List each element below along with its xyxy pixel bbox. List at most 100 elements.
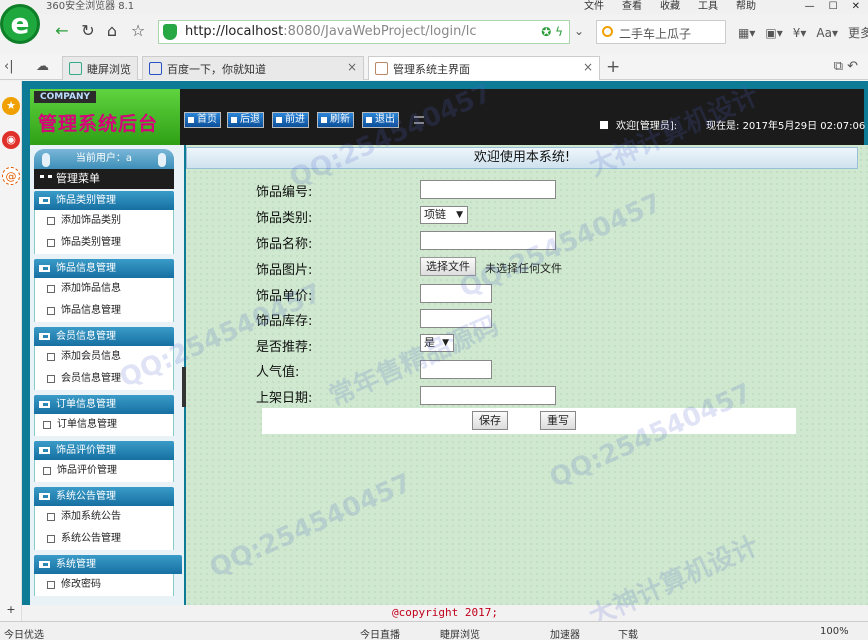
page-icon [375, 62, 388, 75]
group-order[interactable]: 订单信息管理 [34, 395, 174, 414]
product-id-input[interactable] [420, 180, 556, 199]
forward-button[interactable]: 前进 [272, 112, 309, 128]
tab-admin[interactable]: 管理系统主界面 × [368, 56, 600, 80]
footer-copyright: @copyright 2017; [22, 605, 868, 621]
browser-logo-icon[interactable]: e [0, 4, 40, 44]
menu-view[interactable]: 查看 [622, 1, 642, 12]
label-product-name: 饰品名称: [256, 237, 313, 252]
status-screen[interactable]: 睫屏浏览 [440, 626, 480, 640]
sidebar-item-manage-review[interactable]: 饰品评价管理 [34, 460, 174, 482]
status-daily-pick[interactable]: 今日优选 [4, 626, 44, 640]
sidebar-item-change-password[interactable]: 修改密码 [34, 574, 174, 596]
choose-file-button[interactable]: 选择文件 [420, 257, 476, 276]
star-icon[interactable]: ★ [2, 97, 20, 115]
sidebar-item-manage-order[interactable]: 订单信息管理 [34, 414, 174, 436]
menu-file[interactable]: 文件 [584, 1, 604, 12]
label-price: 饰品单价: [256, 289, 313, 304]
square-icon [600, 121, 608, 129]
sidebar-item-manage-category[interactable]: 饰品类别管理 [34, 232, 174, 254]
tab-close-icon[interactable]: × [583, 60, 593, 74]
tab-close-icon[interactable]: × [347, 60, 357, 74]
currency-icon[interactable]: ¥▾ [793, 26, 807, 40]
sidebar-toggle-icon[interactable]: ‹| [4, 59, 14, 74]
sidebar-item-manage-notice[interactable]: 系统公告管理 [34, 528, 174, 550]
maximize-icon[interactable]: ☐ [829, 1, 838, 12]
logo-area: COMPANY 管理系统后台 [30, 89, 180, 145]
sidebar-item-add-member[interactable]: 添加会员信息 [34, 346, 174, 368]
reset-button[interactable]: 重写 [540, 411, 576, 430]
address-dropdown-icon[interactable]: ⌄ [574, 24, 584, 38]
folder-icon [39, 265, 50, 272]
tab-tools-icon[interactable]: ⧉ ↶ [834, 59, 858, 74]
clock-value: 2017年5月29日 02:07:06 [742, 121, 866, 132]
sidebar-item-manage-product[interactable]: 饰品信息管理 [34, 300, 174, 322]
weibo-icon[interactable]: ◉ [2, 131, 20, 149]
recommend-select[interactable]: 是 ▼ [420, 334, 454, 352]
label-category: 饰品类别: [256, 211, 313, 226]
form-actions: 保存 重写 [262, 408, 796, 434]
more-menu[interactable]: 更多 [848, 26, 868, 40]
apps-icon[interactable]: ▦▾ [738, 26, 755, 40]
search-suggestion[interactable]: 二手车上瓜子 [619, 27, 691, 41]
status-accelerator[interactable]: 加速器 [550, 626, 580, 640]
doc-icon [47, 581, 55, 589]
list-date-input[interactable] [420, 386, 556, 405]
doc-icon [47, 285, 55, 293]
sidebar-item-add-notice[interactable]: 添加系统公告 [34, 506, 174, 528]
menu-tools[interactable]: 工具 [698, 1, 718, 12]
sidebar: 当前用户：a 管理菜单 饰品类别管理 添加饰品类别 饰品类别管理 饰品信息管理 … [30, 145, 184, 621]
sidebar-item-add-product[interactable]: 添加饰品信息 [34, 278, 174, 300]
popularity-input[interactable] [420, 360, 492, 379]
home-button[interactable]: 首页 [184, 112, 221, 128]
menu-header: 管理菜单 [34, 169, 174, 189]
group-product[interactable]: 饰品信息管理 [34, 259, 174, 278]
home-icon[interactable]: ⌂ [102, 21, 122, 41]
label-product-id: 饰品编号: [256, 185, 313, 200]
price-input[interactable] [420, 284, 492, 303]
back-icon[interactable]: ← [52, 21, 72, 41]
translate-icon[interactable]: Aa▾ [816, 26, 838, 40]
group-member[interactable]: 会员信息管理 [34, 327, 174, 346]
speed-mode-icon[interactable]: ✪ ϟ [541, 25, 563, 39]
menu-favorites[interactable]: 收藏 [660, 1, 680, 12]
url-text[interactable]: http://localhost:8080/JavaWebProject/log… [185, 24, 477, 39]
group-notice[interactable]: 系统公告管理 [34, 487, 174, 506]
doc-icon [47, 307, 55, 315]
new-tab-icon[interactable]: + [606, 57, 620, 77]
menu-help[interactable]: 帮助 [736, 1, 756, 12]
sidebar-item-add-category[interactable]: 添加饰品类别 [34, 210, 174, 232]
stock-input[interactable] [420, 309, 492, 328]
doc-icon [47, 217, 55, 225]
address-bar[interactable]: http://localhost:8080/JavaWebProject/log… [158, 20, 570, 44]
baidu-icon [149, 62, 162, 75]
category-select[interactable]: 项链 ▼ [420, 206, 468, 224]
cloud-icon[interactable]: ☁ [36, 59, 49, 74]
group-review[interactable]: 饰品评价管理 [34, 441, 174, 460]
window-titlebar: 360安全浏览器 8.1 文件 查看 收藏 工具 帮助 — ☐ ✕ [0, 0, 868, 14]
refresh-icon[interactable]: ↻ [78, 21, 98, 41]
sidebar-item-manage-member[interactable]: 会员信息管理 [34, 368, 174, 390]
zoom-level[interactable]: 100% [820, 626, 849, 637]
refresh-button[interactable]: 刷新 [317, 112, 354, 128]
company-badge: COMPANY [34, 91, 96, 103]
search-box[interactable]: 二手车上瓜子 [596, 20, 726, 44]
tab-baidu[interactable]: 百度一下，你就知道 × [142, 56, 364, 80]
status-download[interactable]: 下载 [618, 626, 638, 640]
mail-icon[interactable]: @ [2, 167, 20, 185]
doc-icon [47, 535, 55, 543]
extension-icon[interactable]: ▣▾ [765, 26, 782, 40]
back-button[interactable]: 后退 [227, 112, 264, 128]
close-window-icon[interactable]: ✕ [852, 1, 860, 12]
group-system[interactable]: 系统管理 [34, 555, 182, 574]
add-icon[interactable]: + [2, 601, 20, 619]
label-popularity: 人气值: [256, 365, 300, 380]
tab-screen[interactable]: 睫屏浏览 [62, 56, 138, 80]
group-category[interactable]: 饰品类别管理 [34, 191, 174, 210]
status-live[interactable]: 今日直播 [360, 626, 400, 640]
favorite-star-icon[interactable]: ☆ [128, 21, 148, 41]
product-name-input[interactable] [420, 231, 556, 250]
page-title: 欢迎使用本系统! [186, 147, 858, 169]
save-button[interactable]: 保存 [472, 411, 508, 430]
logout-button[interactable]: 退出 [362, 112, 399, 128]
minimize-icon[interactable]: — [805, 1, 815, 12]
